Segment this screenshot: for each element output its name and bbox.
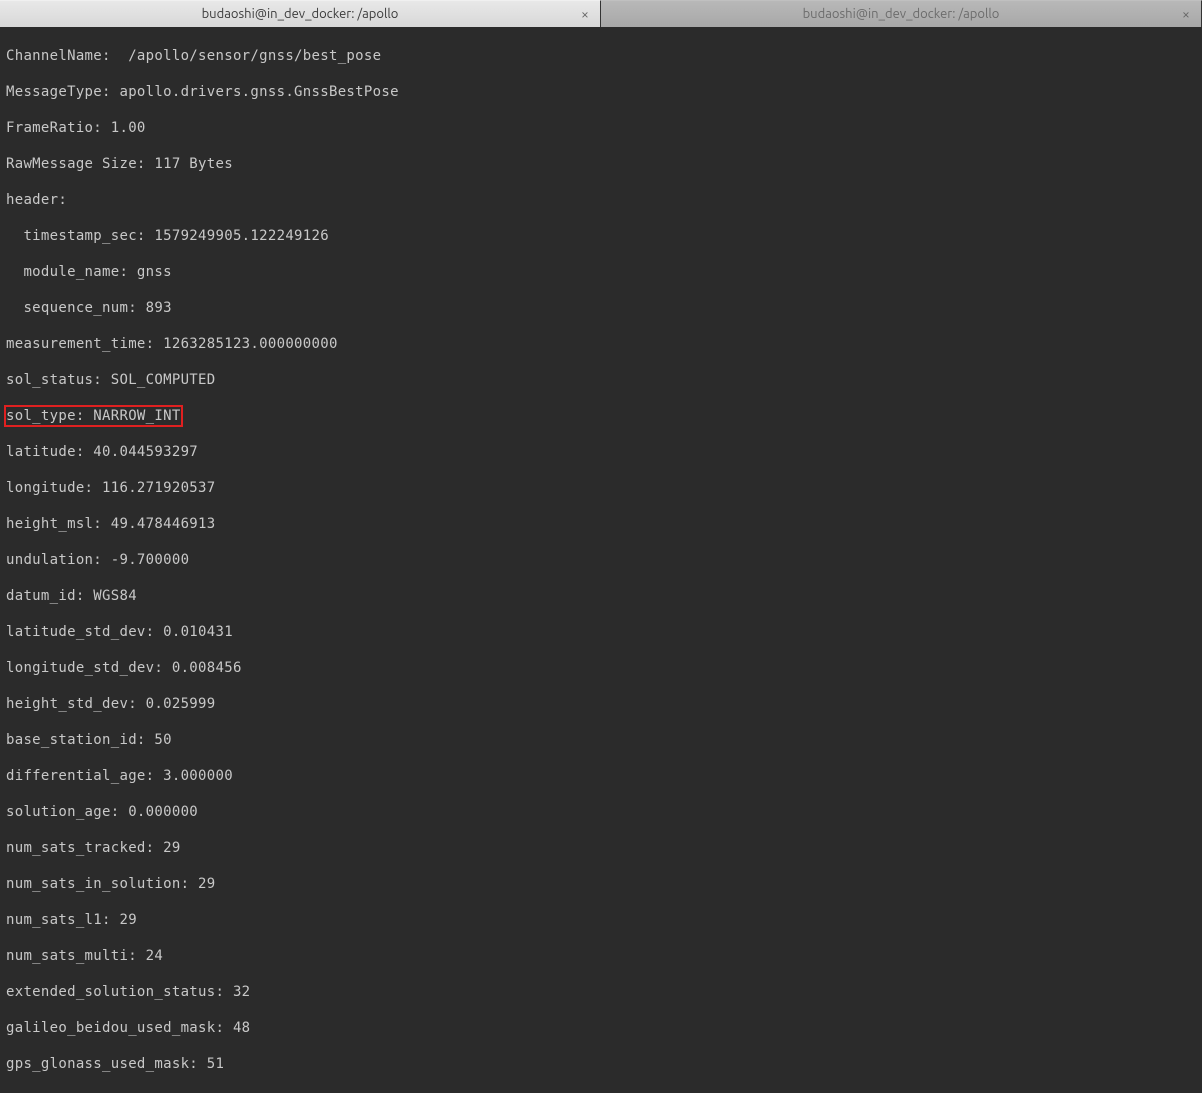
galileo-beidou-used-mask-line: galileo_beidou_used_mask: 48 — [6, 1019, 1196, 1037]
sol-type-highlight: sol_type: NARROW_INT — [4, 405, 183, 427]
tab-title: budaoshi@in_dev_docker: /apollo — [202, 7, 399, 21]
longitude-std-dev-line: longitude_std_dev: 0.008456 — [6, 659, 1196, 677]
height-msl-line: height_msl: 49.478446913 — [6, 515, 1196, 533]
solution-age-line: solution_age: 0.000000 — [6, 803, 1196, 821]
channel-name-line: ChannelName: /apollo/sensor/gnss/best_po… — [6, 47, 1196, 65]
datum-id-line: datum_id: WGS84 — [6, 587, 1196, 605]
terminal-tab-1[interactable]: budaoshi@in_dev_docker: /apollo × — [0, 0, 601, 27]
gps-glonass-used-mask-line: gps_glonass_used_mask: 51 — [6, 1055, 1196, 1073]
raw-message-size-line: RawMessage Size: 117 Bytes — [6, 155, 1196, 173]
timestamp-sec-line: timestamp_sec: 1579249905.122249126 — [6, 227, 1196, 245]
frame-ratio-line: FrameRatio: 1.00 — [6, 119, 1196, 137]
close-icon[interactable]: × — [1179, 7, 1193, 21]
num-sats-in-solution-line: num_sats_in_solution: 29 — [6, 875, 1196, 893]
terminal-output[interactable]: ChannelName: /apollo/sensor/gnss/best_po… — [0, 27, 1202, 1093]
sol-status-line: sol_status: SOL_COMPUTED — [6, 371, 1196, 389]
tab-bar: budaoshi@in_dev_docker: /apollo × budaos… — [0, 0, 1202, 27]
header-line: header: — [6, 191, 1196, 209]
undulation-line: undulation: -9.700000 — [6, 551, 1196, 569]
num-sats-tracked-line: num_sats_tracked: 29 — [6, 839, 1196, 857]
num-sats-multi-line: num_sats_multi: 24 — [6, 947, 1196, 965]
height-std-dev-line: height_std_dev: 0.025999 — [6, 695, 1196, 713]
base-station-id-line: base_station_id: 50 — [6, 731, 1196, 749]
measurement-time-line: measurement_time: 1263285123.000000000 — [6, 335, 1196, 353]
sequence-num-line: sequence_num: 893 — [6, 299, 1196, 317]
tab-title: budaoshi@in_dev_docker: /apollo — [803, 7, 1000, 21]
extended-solution-status-line: extended_solution_status: 32 — [6, 983, 1196, 1001]
message-type-line: MessageType: apollo.drivers.gnss.GnssBes… — [6, 83, 1196, 101]
num-sats-l1-line: num_sats_l1: 29 — [6, 911, 1196, 929]
module-name-line: module_name: gnss — [6, 263, 1196, 281]
differential-age-line: differential_age: 3.000000 — [6, 767, 1196, 785]
sol-type-line: sol_type: NARROW_INT — [6, 407, 1196, 425]
close-icon[interactable]: × — [578, 7, 592, 21]
latitude-line: latitude: 40.044593297 — [6, 443, 1196, 461]
latitude-std-dev-line: latitude_std_dev: 0.010431 — [6, 623, 1196, 641]
longitude-line: longitude: 116.271920537 — [6, 479, 1196, 497]
terminal-tab-2[interactable]: budaoshi@in_dev_docker: /apollo × — [601, 0, 1202, 27]
